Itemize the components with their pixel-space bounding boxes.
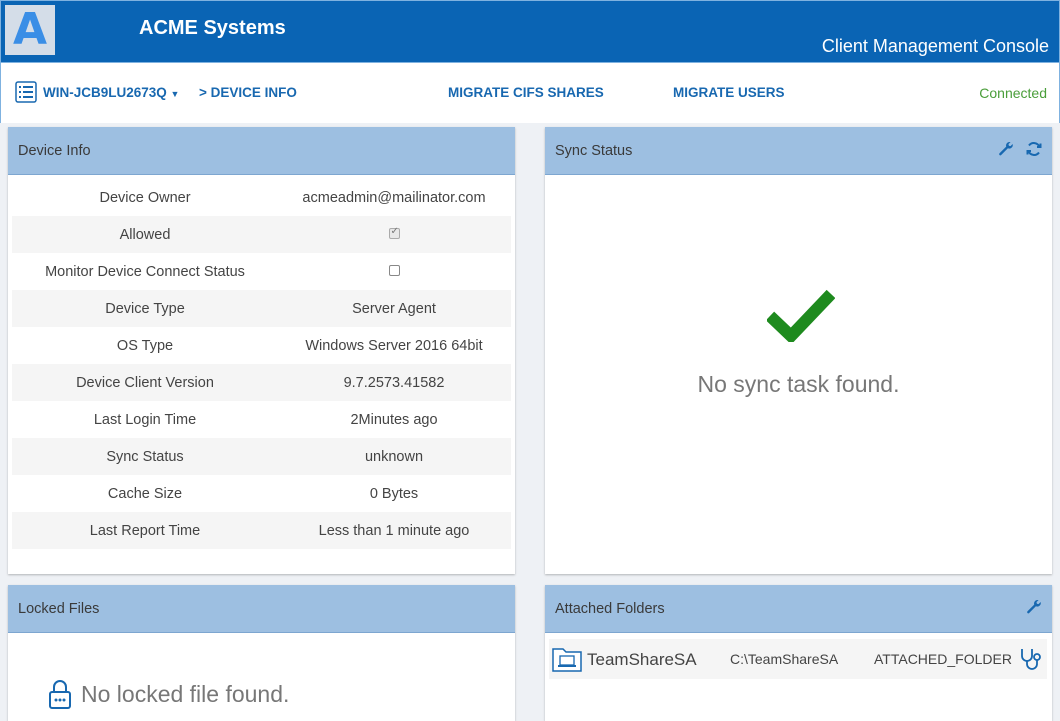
monitor-checkbox[interactable]: [388, 264, 400, 276]
stethoscope-icon[interactable]: [1018, 646, 1044, 677]
info-row-monitor: Monitor Device Connect Status: [12, 253, 511, 290]
sync-empty-message: No sync task found.: [697, 371, 900, 397]
info-row-owner: Device Owner acmeadmin@mailinator.com: [12, 179, 511, 216]
folder-path: C:\TeamShareSA: [730, 651, 839, 667]
caret-down-icon: ▼: [170, 89, 180, 99]
list-icon[interactable]: [15, 81, 37, 108]
info-label: Last Report Time: [89, 522, 201, 539]
attached-folders-header: Attached Folders: [545, 585, 1052, 633]
info-row-last-login: Last Login Time 2Minutes ago: [12, 401, 511, 438]
info-label: Device Client Version: [76, 374, 214, 391]
top-bar: A ACME Systems Client Management Console: [0, 0, 1060, 63]
info-value: [278, 264, 510, 280]
attached-folders-panel: Attached Folders TeamShareSA C:\TeamShar…: [545, 585, 1052, 721]
refresh-icon[interactable]: [1026, 141, 1042, 161]
folder-name: TeamShareSA: [587, 650, 697, 669]
sync-status-panel: Sync Status No sync task found.: [545, 127, 1052, 574]
breadcrumb-device-info[interactable]: > DEVICE INFO: [199, 85, 297, 100]
info-label: Last Login Time: [93, 411, 197, 428]
device-name: WIN-JCB9LU2673Q: [43, 85, 167, 100]
info-label: Device Type: [105, 300, 185, 317]
nav-bar: WIN-JCB9LU2673Q ▼ > DEVICE INFO MIGRATE …: [0, 63, 1060, 123]
checkmark-icon: [765, 286, 836, 347]
folder-icon: [551, 645, 583, 678]
migrate-cifs-link[interactable]: MIGRATE CIFS SHARES: [448, 85, 604, 100]
info-value: [278, 226, 510, 243]
info-label: Sync Status: [106, 448, 184, 465]
migrate-users-link[interactable]: MIGRATE USERS: [673, 85, 785, 100]
allowed-checkbox: [388, 226, 400, 239]
info-value: unknown: [364, 448, 424, 465]
brand-name: ACME Systems: [139, 17, 286, 39]
info-value: 9.7.2573.41582: [343, 374, 445, 391]
info-value: Less than 1 minute ago: [318, 522, 470, 539]
sync-status-header: Sync Status: [545, 127, 1052, 175]
device-info-table: Device Owner acmeadmin@mailinator.com Al…: [8, 175, 515, 549]
folder-type: ATTACHED_FOLDER: [874, 651, 1012, 667]
info-label: OS Type: [116, 337, 174, 354]
list-item[interactable]: TeamShareSA C:\TeamShareSA ATTACHED_FOLD…: [549, 639, 1047, 679]
device-info-panel: Device Info Device Owner acmeadmin@maili…: [8, 127, 515, 574]
lock-icon: [48, 678, 72, 715]
locked-empty-message: No locked file found.: [81, 681, 290, 707]
wrench-icon[interactable]: [998, 141, 1014, 161]
app-logo[interactable]: A: [5, 5, 55, 55]
info-label: Cache Size: [107, 485, 183, 502]
panel-title: Device Info: [18, 142, 91, 159]
connection-status: Connected: [979, 85, 1047, 101]
info-value: Server Agent: [352, 300, 436, 317]
info-row-client-version: Device Client Version 9.7.2573.41582: [12, 364, 511, 401]
logo-letter: A: [12, 4, 48, 55]
console-title: Client Management Console: [821, 36, 1049, 56]
wrench-icon[interactable]: [1026, 599, 1042, 619]
info-row-cache-size: Cache Size 0 Bytes: [12, 475, 511, 512]
info-value: 2Minutes ago: [350, 411, 438, 428]
info-row-last-report: Last Report Time Less than 1 minute ago: [12, 512, 511, 549]
panel-title: Attached Folders: [555, 600, 665, 617]
info-row-allowed: Allowed: [12, 216, 511, 253]
info-row-sync-status: Sync Status unknown: [12, 438, 511, 475]
locked-files-panel: Locked Files No locked file found.: [8, 585, 515, 721]
panel-title: Sync Status: [555, 142, 633, 159]
panel-title: Locked Files: [18, 600, 100, 617]
device-selector[interactable]: WIN-JCB9LU2673Q ▼: [43, 85, 179, 100]
info-value: 0 Bytes: [369, 485, 419, 502]
info-row-os-type: OS Type Windows Server 2016 64bit: [12, 327, 511, 364]
info-value: acmeadmin@mailinator.com: [302, 189, 486, 206]
info-label: Device Owner: [99, 189, 191, 206]
info-row-device-type: Device Type Server Agent: [12, 290, 511, 327]
info-label: Monitor Device Connect Status: [45, 263, 245, 280]
locked-files-header: Locked Files: [8, 585, 515, 633]
info-value: Windows Server 2016 64bit: [305, 337, 483, 354]
device-info-header: Device Info: [8, 127, 515, 175]
info-label: Allowed: [119, 226, 171, 243]
